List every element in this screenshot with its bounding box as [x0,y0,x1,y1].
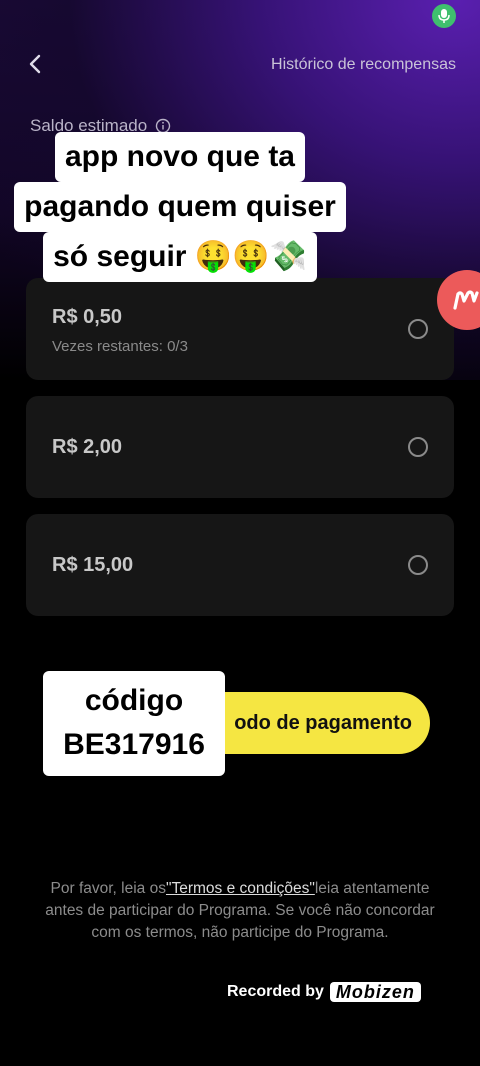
terms-link[interactable]: "Termos e condições" [166,880,315,897]
caption-line-2: pagando quem quiser [14,182,346,232]
code-label: código [84,684,184,717]
mic-icon [432,4,456,28]
payment-button-label: odo de pagamento [234,711,412,734]
code-value: BE317916 [63,728,205,761]
recorded-watermark: Recorded by Mobizen [227,982,421,1002]
caption-line-1: app novo que ta [54,132,305,182]
radio-button[interactable] [408,437,428,457]
reward-amount: R$ 0,50 [52,306,123,328]
radio-button[interactable] [408,555,428,575]
reward-amount: R$ 15,00 [52,554,134,576]
caption-overlay: app novo que ta pagando quem quiser só s… [0,132,360,282]
terms-prefix: Por favor, leia os [50,880,166,897]
radio-button[interactable] [408,319,428,339]
back-button[interactable] [22,50,50,78]
watermark-prefix: Recorded by [227,983,324,1000]
reward-remaining: Vezes restantes: 0/3 [52,338,188,355]
watermark-brand: Mobizen [329,982,421,1002]
reward-option-2[interactable]: R$ 15,00 [26,514,454,616]
code-overlay: código BE317916 [43,671,225,776]
reward-amount: R$ 2,00 [52,436,123,458]
caption-line-3: só seguir 🤑🤑💸 [43,232,317,282]
reward-option-0[interactable]: R$ 0,50 Vezes restantes: 0/3 [26,278,454,380]
history-link[interactable]: Histórico de recompensas [271,56,456,74]
payment-method-button[interactable]: odo de pagamento [190,692,430,754]
reward-option-1[interactable]: R$ 2,00 [26,396,454,498]
terms-text: Por favor, leia os"Termos e condições"le… [36,878,444,944]
back-arrow-icon [29,54,41,74]
